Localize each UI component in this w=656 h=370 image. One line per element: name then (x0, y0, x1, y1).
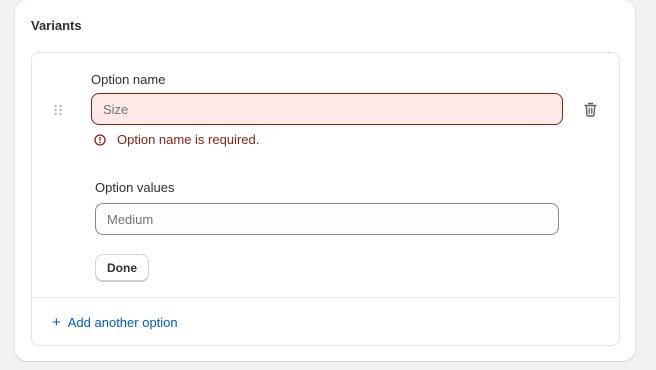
variants-card: Variants Option name Option n (15, 0, 635, 361)
plus-icon: + (52, 314, 61, 331)
alert-circle-icon (94, 133, 106, 146)
drag-handle-icon[interactable] (53, 104, 63, 116)
option-values-label: Option values (95, 180, 175, 195)
card-title: Variants (31, 18, 82, 33)
done-button[interactable]: Done (95, 254, 149, 281)
add-another-option-button[interactable]: + Add another option (52, 315, 178, 330)
error-message: Option name is required. (117, 132, 260, 147)
option-editor: Option name Option name is required. Opt… (31, 52, 620, 346)
option-value-input[interactable] (95, 203, 559, 235)
add-another-option-label: Add another option (67, 315, 178, 330)
trash-icon (583, 102, 597, 117)
divider (32, 297, 619, 298)
option-name-error: Option name is required. (94, 132, 259, 147)
option-name-input[interactable] (91, 93, 563, 125)
delete-option-button[interactable] (581, 99, 599, 119)
option-name-label: Option name (91, 72, 166, 87)
